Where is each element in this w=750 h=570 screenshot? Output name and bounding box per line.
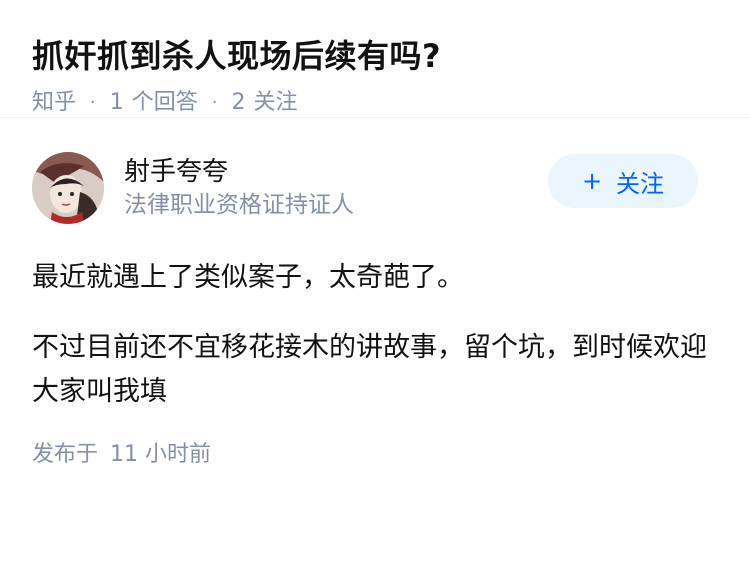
plus-icon: + xyxy=(581,167,603,195)
publish-time: 发布于 11 小时前 xyxy=(32,440,718,470)
answer-paragraph: 最近就遇上了类似案子，太奇葩了。 xyxy=(32,262,464,293)
avatar-illustration-icon xyxy=(32,152,104,224)
publish-label: 发布于 xyxy=(32,442,99,467)
question-title[interactable]: 抓奸抓到杀人现场后续有吗? xyxy=(32,34,718,78)
author-info: 射手夸夸 法律职业资格证持证人 xyxy=(124,155,548,221)
follow-button[interactable]: + 关注 xyxy=(548,154,698,208)
answer-content[interactable]: 最近就遇上了类似案子，太奇葩了。 不过目前还不宜移花接木的讲故事，留个坑，到时候… xyxy=(32,256,718,414)
follower-count: 2 xyxy=(231,90,246,115)
answer-paragraph: 不过目前还不宜移花接木的讲故事，留个坑，到时候欢迎大家叫我填 xyxy=(32,332,707,407)
author-description: 法律职业资格证持证人 xyxy=(124,192,354,218)
follow-button-label: 关注 xyxy=(616,169,665,198)
author-row: 射手夸夸 法律职业资格证持证人 + 关注 xyxy=(32,150,718,226)
meta-separator-dot: · xyxy=(211,92,218,113)
answer-page: 抓奸抓到杀人现场后续有吗? 知乎 · 1 个回答 · 2 关注 射手夸夸 法律职… xyxy=(0,0,750,570)
publish-time-value: 11 小时前 xyxy=(110,442,212,467)
answer-count-label: 个回答 xyxy=(131,90,198,115)
answer-count: 1 xyxy=(109,90,124,115)
author-avatar[interactable] xyxy=(32,152,104,224)
question-header: 抓奸抓到杀人现场后续有吗? 知乎 · 1 个回答 · 2 关注 xyxy=(0,0,750,118)
author-name[interactable]: 射手夸夸 xyxy=(124,155,548,189)
question-meta: 知乎 · 1 个回答 · 2 关注 xyxy=(32,88,718,118)
site-name[interactable]: 知乎 xyxy=(32,88,76,118)
meta-separator-dot: · xyxy=(90,92,96,113)
answer-card: 射手夸夸 法律职业资格证持证人 + 关注 最近就遇上了类似案子，太奇葩了。 不过… xyxy=(0,118,750,470)
follower-count-label: 关注 xyxy=(253,90,298,115)
